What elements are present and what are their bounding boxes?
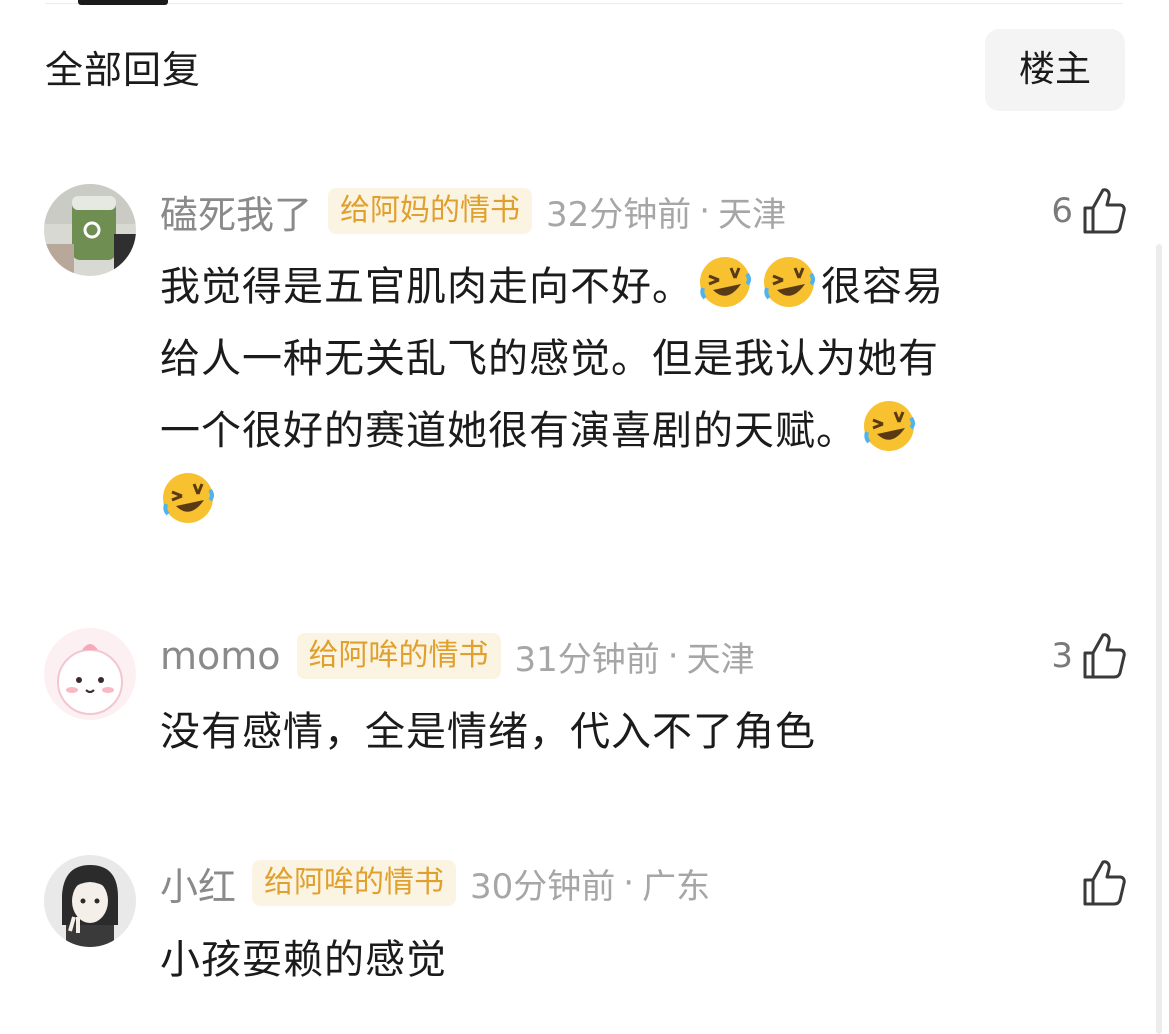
thumbs-up-icon	[1083, 860, 1126, 906]
comment-text-line1-tail: 很容易	[821, 264, 944, 310]
rofl-emoji-icon	[700, 257, 751, 307]
separator-dot: ·	[699, 191, 711, 231]
like-count: 6	[1051, 191, 1073, 231]
like-button[interactable]: 6	[1051, 184, 1127, 238]
location: 天津	[686, 639, 755, 680]
like-button[interactable]: 3	[1051, 629, 1127, 683]
username[interactable]: 磕死我了	[160, 184, 312, 239]
like-button[interactable]	[1073, 856, 1127, 910]
avatar-image	[44, 855, 136, 947]
top-divider	[45, 3, 1123, 4]
rofl-emoji-icon	[864, 401, 915, 451]
fan-tag-badge[interactable]: 给阿哞的情书	[252, 860, 457, 906]
timestamp: 31分钟前	[514, 639, 660, 680]
thumbs-up-icon	[1083, 633, 1126, 679]
rofl-emoji-icon	[163, 473, 214, 523]
timestamp: 32分钟前	[546, 194, 692, 235]
fan-tag-badge[interactable]: 给阿妈的情书	[328, 188, 533, 234]
username[interactable]: momo	[160, 634, 281, 678]
comment-meta: 磕死我了 给阿妈的情书 32分钟前 · 天津	[160, 184, 786, 238]
section-title: 全部回复	[45, 48, 202, 92]
timestamp: 30分钟前	[470, 866, 616, 907]
avatar[interactable]	[44, 184, 136, 276]
avatar-image	[44, 628, 136, 720]
like-count: 3	[1051, 636, 1073, 676]
scrollbar[interactable]	[1156, 244, 1162, 1034]
rofl-emoji-icon	[764, 257, 815, 307]
avatar[interactable]	[44, 855, 136, 947]
comment-meta: 小红 给阿哞的情书 30分钟前 · 广东	[160, 856, 710, 910]
comment-text-line1: 我觉得是五官肌肉走向不好。	[160, 264, 693, 310]
comment-text: 没有感情，全是情绪，代入不了角色	[160, 709, 816, 755]
fan-tag-badge[interactable]: 给阿哞的情书	[296, 633, 501, 679]
comment-meta: momo 给阿哞的情书 31分钟前 · 天津	[160, 629, 755, 683]
comment-text: 我觉得是五官肌肉走向不好。 很容易 给人一种无关乱飞的感觉。但是我认为她有 一个很…	[160, 251, 1100, 539]
separator-dot: ·	[667, 636, 679, 676]
location: 广东	[642, 866, 711, 907]
op-only-filter-button[interactable]: 楼主	[985, 29, 1125, 111]
comment-text-line3: 一个很好的赛道她很有演喜剧的天赋。	[160, 408, 857, 454]
avatar-image	[44, 184, 136, 276]
location: 天津	[718, 194, 787, 235]
username[interactable]: 小红	[160, 856, 236, 911]
thumbs-up-icon	[1083, 188, 1126, 234]
separator-dot: ·	[623, 863, 635, 903]
comment-text-line2: 给人一种无关乱飞的感觉。但是我认为她有	[160, 336, 939, 382]
avatar[interactable]	[44, 628, 136, 720]
comment-text: 小孩耍赖的感觉	[160, 937, 447, 983]
tab-indicator	[78, 0, 168, 5]
